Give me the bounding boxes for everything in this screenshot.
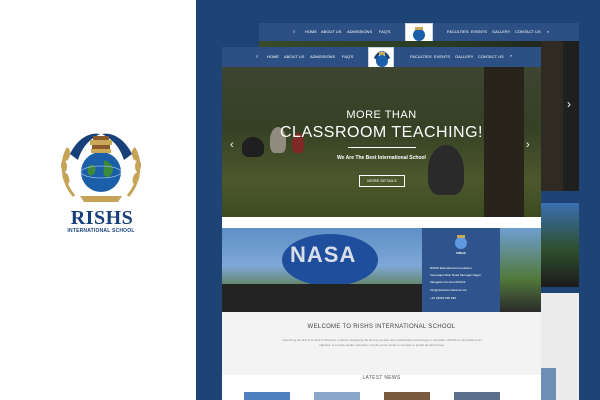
- front-screenshot: ≡ HOME ABOUT US ADMISSIONS FAQ'S RISHS F…: [222, 47, 541, 400]
- hero-slider: MORE THAN CLASSROOM TEACHING! We Are The…: [222, 67, 541, 217]
- chevron-right-icon[interactable]: ›: [526, 139, 530, 151]
- hero-tagline: We Are The Best International School: [337, 155, 426, 161]
- student-group: [222, 284, 422, 312]
- nav-faqs[interactable]: FAQ'S: [342, 54, 353, 59]
- hero-divider: [348, 147, 416, 148]
- news-thumbnail[interactable]: [454, 392, 500, 400]
- showcase-canvas: RISHS INTERNATIONAL SCHOOL ≡ HOME ABOUT …: [0, 0, 600, 400]
- nav-admissions[interactable]: ADMISSIONS: [310, 54, 335, 59]
- nasa-sign-text: NASA: [290, 242, 357, 267]
- info-logo-text: RISHS: [456, 251, 466, 255]
- back-nav-events[interactable]: EVENTS: [471, 29, 487, 34]
- back-nav-contact[interactable]: CONTACT US: [515, 29, 541, 34]
- back-nav-faculties[interactable]: FACULTIES: [447, 29, 469, 34]
- side-photo: [500, 228, 541, 312]
- welcome-text: Launching the first of its kind in Chenn…: [282, 338, 482, 347]
- chevron-left-icon[interactable]: ‹: [230, 139, 234, 151]
- hamburger-icon[interactable]: ≡: [256, 54, 258, 59]
- tree-trunk: [541, 41, 563, 191]
- info-phone[interactable]: +91 99999 999 999: [430, 296, 456, 300]
- info-row: Kamarajar Main Road Murugan Nagar,: [430, 273, 482, 277]
- info-row: RISHS Educational Foundation,: [430, 266, 473, 270]
- brand-name: RISHS: [70, 207, 134, 229]
- chevron-right-icon[interactable]: ›: [567, 97, 571, 111]
- info-row: Mangadu Chennai 600122: [430, 280, 466, 284]
- brand-subtitle: INTERNATIONAL SCHOOL: [67, 228, 135, 234]
- nav-faculties[interactable]: FACULTIES: [410, 54, 432, 59]
- nav-about[interactable]: ABOUT US: [284, 54, 304, 59]
- section-gap: [222, 217, 541, 228]
- news-thumbnail[interactable]: [314, 392, 360, 400]
- back-nav-home[interactable]: HOME: [305, 29, 317, 34]
- school-crest-logo: [60, 133, 142, 202]
- contact-info-box: RISHS RISHS Educational Foundation, Kama…: [422, 228, 500, 312]
- nav-contact[interactable]: CONTACT US: [478, 54, 504, 59]
- hero-overlay: [222, 67, 541, 217]
- back-news-thumbnail: [540, 368, 556, 400]
- back-nav-faqs[interactable]: FAQ'S: [379, 29, 390, 34]
- front-nav-bar: ≡ HOME ABOUT US ADMISSIONS FAQ'S RISHS F…: [222, 47, 541, 81]
- welcome-title: WELCOME TO RISHS INTERNATIONAL SCHOOL: [307, 324, 456, 330]
- back-photo-strip: [540, 203, 579, 287]
- nav-home[interactable]: HOME: [267, 54, 279, 59]
- latest-news-title: LATEST NEWS: [362, 375, 401, 381]
- brand-panel: RISHS INTERNATIONAL SCHOOL: [0, 0, 196, 400]
- back-nav-gallery[interactable]: GALLERY: [492, 29, 510, 34]
- nav-gallery[interactable]: GALLERY: [455, 54, 473, 59]
- back-nav-about[interactable]: ABOUT US: [321, 29, 341, 34]
- search-icon[interactable]: ⌕: [547, 29, 549, 34]
- more-details-button[interactable]: MORE DETAILS: [359, 175, 405, 187]
- hero-heading-line2: CLASSROOM TEACHING!: [279, 124, 483, 141]
- hamburger-icon[interactable]: ≡: [293, 29, 295, 34]
- globe-icon: [455, 235, 467, 249]
- search-icon[interactable]: ⌕: [510, 53, 512, 58]
- back-nav-bar: ≡ HOME ABOUT US ADMISSIONS FAQ'S FACULTI…: [259, 23, 579, 47]
- hero-heading-line1: MORE THAN: [346, 109, 417, 121]
- nav-events[interactable]: EVENTS: [434, 54, 450, 59]
- globe-icon: [413, 27, 425, 41]
- latest-news-section: LATEST NEWS: [222, 375, 541, 400]
- more-details-label: MORE DETAILS: [367, 178, 397, 183]
- back-nav-admissions[interactable]: ADMISSIONS: [347, 29, 372, 34]
- info-email[interactable]: info@rishsinternational.com: [430, 288, 467, 292]
- news-thumbnail[interactable]: [384, 392, 430, 400]
- news-thumbnail[interactable]: [244, 392, 290, 400]
